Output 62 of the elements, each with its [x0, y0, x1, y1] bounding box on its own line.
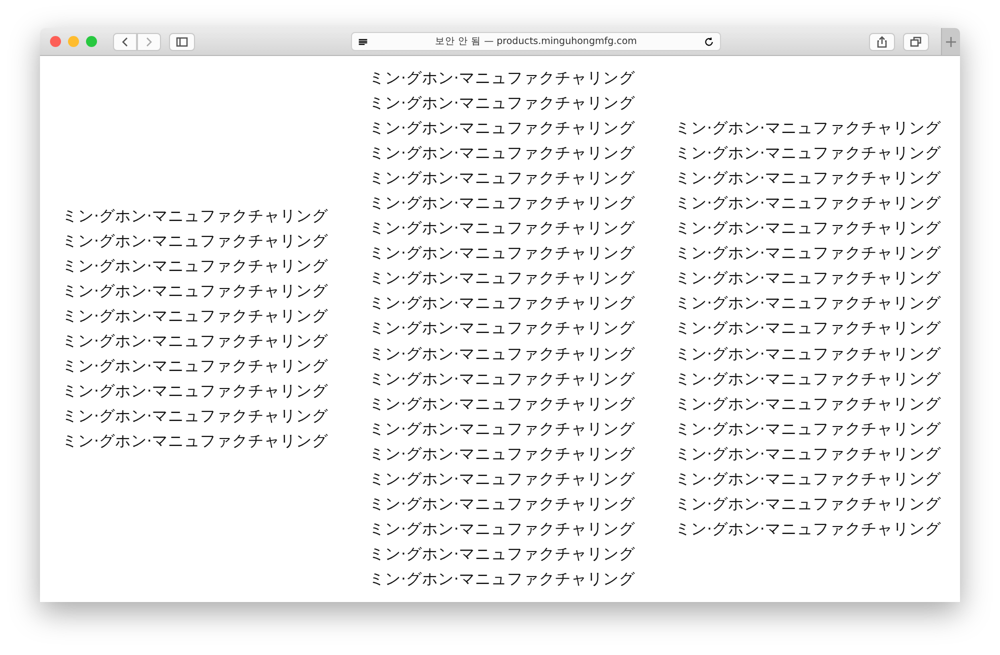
- text-line: ミン·グホン·マニュファクチャリング: [369, 569, 636, 590]
- address-bar[interactable]: 보안 안 됨 — products.minguhongmfg.com: [351, 32, 721, 51]
- sidebar-button[interactable]: [169, 32, 195, 50]
- text-line: ミン·グホン·マニュファクチャリング: [369, 544, 636, 566]
- reader-icon: [358, 36, 368, 46]
- text-line: ミン·グホン·マニュファクチャリング: [675, 418, 942, 440]
- text-line: ミン·グホン·マニュファクチャリング: [675, 243, 942, 264]
- text-line: ミン·グホン·マニュファクチャリング: [369, 444, 636, 465]
- text-line: ミン·グホン·マニュファクチャリング: [62, 381, 329, 402]
- text-line: ミン·グホン·マニュファクチャリング: [675, 444, 942, 465]
- text-line: ミン·グホン·マニュファクチャリング: [369, 168, 636, 189]
- text-line: ミン·グホン·マニュファクチャリング: [369, 293, 636, 314]
- back-button[interactable]: [113, 32, 137, 50]
- text-line: ミン·グホン·マニュファクチャリング: [62, 230, 329, 252]
- text-line: ミン·グホン·マニュファクチャリング: [369, 368, 636, 390]
- sidebar-icon: [176, 36, 188, 48]
- text-line: ミン·グホン·マニュファクチャリング: [62, 406, 329, 428]
- text-line: ミン·グホン·マニュファクチャリング: [675, 268, 942, 290]
- new-tab-button[interactable]: [941, 28, 960, 55]
- text-line: ミン·グホン·マニュファクチャリング: [62, 306, 329, 327]
- text-line: ミン·グホン·マニュファクチャリング: [675, 469, 942, 490]
- text-line: ミン·グホン·マニュファクチャリング: [369, 394, 636, 415]
- text-line: ミン·グホン·マニュファクチャリング: [369, 68, 636, 89]
- text-line: ミン·グホン·マニュファクチャリング: [62, 256, 329, 277]
- text-line: ミン·グホン·マニュファクチャリング: [675, 318, 942, 340]
- text-line: ミン·グホン·マニュファクチャリング: [675, 192, 942, 214]
- tabs-icon: [910, 36, 922, 48]
- text-line: ミン·グホン·マニュファクチャリング: [62, 431, 329, 452]
- text-line: ミン·グホン·マニュファクチャリング: [369, 344, 636, 365]
- text-line: ミン·グホン·マニュファクチャリング: [369, 494, 636, 516]
- text-line: ミン·グホン·マニュファクチャリング: [675, 494, 942, 516]
- text-line: ミン·グホン·マニュファクチャリング: [675, 344, 942, 365]
- text-line: ミン·グホン·マニュファクチャリング: [369, 519, 636, 540]
- plus-icon: [945, 36, 957, 48]
- text-line: ミン·グホン·マニュファクチャリング: [62, 206, 329, 227]
- text-line: ミン·グホン·マニュファクチャリング: [675, 293, 942, 314]
- close-button[interactable]: [50, 36, 61, 47]
- text-line: ミン·グホン·マニュファクチャリング: [369, 142, 636, 164]
- text-line: ミン·グホン·マニュファクチャリング: [369, 318, 636, 340]
- text-line: ミン·グホン·マニュファクチャリング: [369, 418, 636, 440]
- share-icon: [876, 36, 888, 48]
- text-line: ミン·グホン·マニュファクチャリング: [369, 192, 636, 214]
- text-line: ミン·グホン·マニュファクチャリング: [675, 168, 942, 189]
- text-line: ミン·グホン·マニュファクチャリング: [369, 218, 636, 240]
- text-line: ミン·グホン·マニュファクチャリング: [62, 280, 329, 302]
- tabs-button[interactable]: [903, 32, 929, 50]
- text-line: ミン·グホン·マニュファクチャリング: [369, 243, 636, 264]
- text-line: ミン·グホン·マニュファクチャリング: [62, 331, 329, 352]
- text-line: ミン·グホン·マニュファクチャリング: [62, 356, 329, 378]
- text-line: ミン·グホン·マニュファクチャリング: [675, 394, 942, 415]
- text-line: ミン·グホン·マニュファクチャリング: [369, 92, 636, 114]
- share-button[interactable]: [869, 32, 895, 50]
- text-line: ミン·グホン·マニュファクチャリング: [369, 268, 636, 290]
- text-line: ミン·グホン·マニュファクチャリング: [675, 519, 942, 540]
- reload-icon: [704, 36, 714, 46]
- text-line: ミン·グホン·マニュファクチャリング: [675, 142, 942, 164]
- text-line: ミン·グホン·マニュファクチャリング: [369, 118, 636, 139]
- text-line: ミン·グホン·マニュファクチャリング: [675, 118, 942, 139]
- text-line: ミン·グホン·マニュファクチャリング: [675, 218, 942, 240]
- text-line: ミン·グホン·マニュファクチャリング: [369, 469, 636, 490]
- text-line: ミン·グホン·マニュファクチャリング: [675, 368, 942, 390]
- zoom-button[interactable]: [86, 36, 97, 47]
